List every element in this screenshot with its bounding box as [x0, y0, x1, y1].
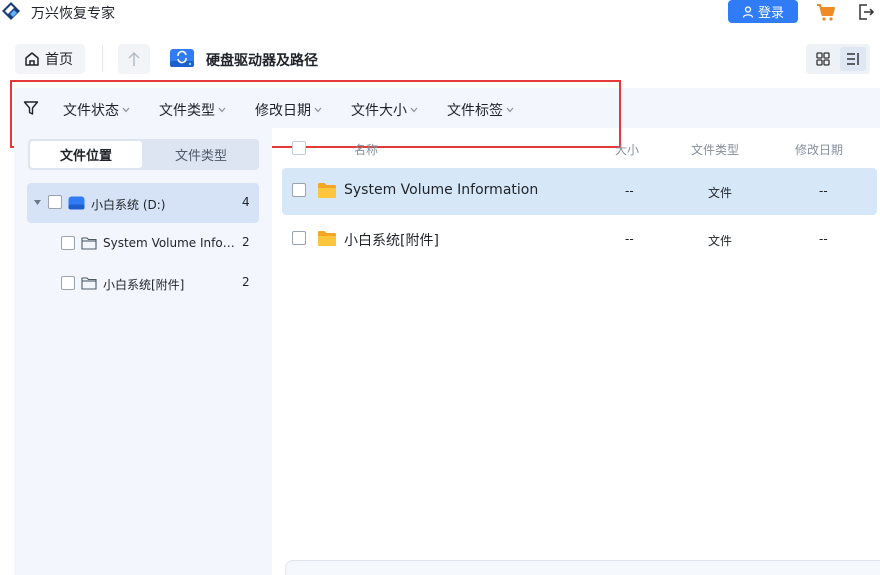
nav-divider: [102, 46, 103, 72]
title-bar: 万兴恢复专家 登录: [0, 0, 880, 26]
list-view-button[interactable]: [840, 47, 866, 71]
tree-root-item[interactable]: 小白系统 (D:) 4: [27, 183, 259, 223]
home-button[interactable]: 首页: [15, 44, 85, 74]
app-logo-icon: [2, 2, 20, 20]
folder-icon: [318, 183, 336, 198]
bottom-panel: [285, 560, 880, 575]
row-modified: --: [819, 184, 828, 198]
caret-down-icon[interactable]: [34, 200, 41, 205]
row-type: 文件: [708, 234, 733, 248]
view-toggle: [806, 44, 870, 74]
login-label: 登录: [757, 6, 784, 21]
filter-status-dropdown[interactable]: 文件状态: [63, 100, 130, 120]
column-type-header[interactable]: 文件类型: [691, 141, 739, 158]
user-icon: [742, 5, 754, 18]
tree-item-count: 2: [242, 275, 250, 289]
row-checkbox[interactable]: [292, 183, 306, 197]
home-icon: [25, 52, 39, 66]
list-icon: [847, 53, 859, 65]
row-name: System Volume Information: [344, 182, 539, 198]
tree-item-attachments[interactable]: 小白系统[附件] 2: [27, 263, 259, 303]
filter-icon[interactable]: [23, 100, 39, 116]
tree-root-label: 小白系统 (D:): [91, 198, 166, 212]
nav-bar: 首页 硬盘驱动器及路径: [0, 38, 880, 82]
app-title: 万兴恢复专家: [31, 6, 115, 22]
chevron-down-icon: [506, 107, 514, 113]
folder-icon: [81, 277, 97, 290]
chevron-down-icon: [122, 107, 130, 113]
filter-size-dropdown[interactable]: 文件大小: [351, 100, 418, 120]
tab-file-location[interactable]: 文件位置: [30, 141, 142, 168]
chevron-down-icon: [410, 107, 418, 113]
hard-drive-icon: [170, 49, 194, 67]
table-row[interactable]: 小白系统[附件] -- 文件 --: [282, 216, 877, 263]
list-header: 名称 大小 文件类型 修改日期: [272, 128, 880, 168]
row-size: --: [625, 232, 634, 246]
left-tab-switch: 文件位置 文件类型: [28, 139, 259, 170]
tree-item-label: System Volume Infor...: [103, 236, 237, 250]
row-modified: --: [819, 232, 828, 246]
tab-file-type[interactable]: 文件类型: [145, 141, 257, 168]
tree-item-label: 小白系统[附件]: [103, 278, 185, 292]
tree-item-checkbox[interactable]: [61, 276, 75, 290]
row-name: 小白系统[附件]: [344, 233, 439, 249]
tree-item-count: 2: [242, 235, 250, 249]
column-modified-header[interactable]: 修改日期: [795, 141, 843, 158]
select-all-checkbox[interactable]: [292, 141, 306, 155]
chevron-down-icon: [218, 107, 226, 113]
filter-tag-dropdown[interactable]: 文件标签: [447, 100, 514, 120]
filter-size-label: 文件大小: [351, 103, 407, 119]
table-row[interactable]: System Volume Information -- 文件 --: [282, 168, 877, 215]
drive-icon: [68, 196, 85, 210]
tree-root-checkbox[interactable]: [48, 195, 62, 209]
tree-item-system-volume[interactable]: System Volume Infor... 2: [27, 223, 259, 263]
filter-tag-label: 文件标签: [447, 103, 503, 119]
arrow-up-icon: [128, 51, 140, 66]
tree-item-checkbox[interactable]: [61, 236, 75, 250]
cart-icon[interactable]: [816, 2, 836, 22]
exit-icon[interactable]: [857, 3, 875, 21]
up-button[interactable]: [118, 44, 150, 74]
folder-icon: [81, 237, 97, 250]
grid-icon: [816, 52, 830, 66]
login-button[interactable]: 登录: [728, 0, 798, 23]
filter-date-dropdown[interactable]: 修改日期: [255, 100, 322, 120]
filter-type-dropdown[interactable]: 文件类型: [159, 100, 226, 120]
left-panel: 文件位置 文件类型 小白系统 (D:) 4 System Volume Info…: [14, 128, 272, 575]
column-name-header[interactable]: 名称: [354, 141, 378, 158]
home-label: 首页: [45, 52, 73, 68]
filter-date-label: 修改日期: [255, 103, 311, 119]
row-checkbox[interactable]: [292, 231, 306, 245]
row-type: 文件: [708, 186, 733, 200]
tree-root-count: 4: [242, 195, 250, 209]
path-title: 硬盘驱动器及路径: [206, 53, 318, 69]
grid-view-button[interactable]: [810, 47, 836, 71]
column-size-header[interactable]: 大小: [615, 141, 639, 158]
chevron-down-icon: [314, 107, 322, 113]
filter-type-label: 文件类型: [159, 103, 215, 119]
folder-icon: [318, 231, 336, 246]
row-size: --: [625, 184, 634, 198]
filter-status-label: 文件状态: [63, 103, 119, 119]
filter-bar: 文件状态 文件类型 修改日期 文件大小 文件标签: [14, 88, 880, 128]
